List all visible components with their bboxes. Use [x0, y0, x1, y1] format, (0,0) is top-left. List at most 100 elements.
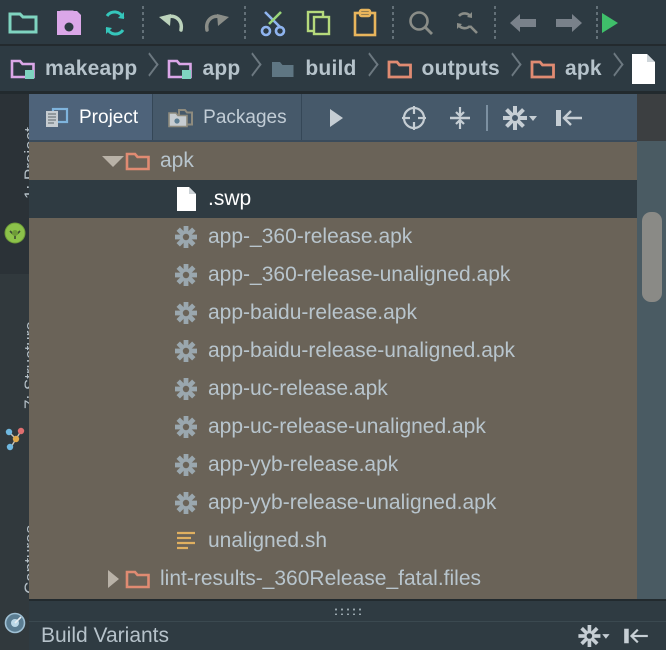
tree-row[interactable]: app-uc-release-unaligned.apk	[29, 408, 637, 446]
gear-file-icon	[173, 414, 199, 440]
replace-icon[interactable]	[444, 1, 490, 45]
breadcrumb-chevron-icon	[606, 46, 622, 92]
expand-collapse-play-icon[interactable]	[316, 94, 356, 141]
tree-expander-placeholder	[149, 332, 173, 370]
breadcrumb-label: outputs	[422, 57, 500, 81]
breadcrumb-label: app	[202, 57, 240, 81]
file-icon	[173, 186, 199, 212]
tab-packages[interactable]: Packages	[153, 94, 301, 141]
gear-file-icon	[174, 339, 198, 363]
tree-expander-placeholder	[149, 484, 173, 522]
tree-row[interactable]: .swp	[29, 180, 637, 218]
cut-icon[interactable]	[250, 1, 296, 45]
back-arrow-icon[interactable]	[500, 1, 546, 45]
tab-label: Packages	[203, 107, 286, 129]
save-all-icon[interactable]	[46, 1, 92, 45]
gear-file-icon	[173, 452, 199, 478]
open-folder-icon[interactable]	[0, 1, 46, 45]
tree-row[interactable]: apk	[29, 142, 637, 180]
collapse-all-icon[interactable]	[440, 94, 480, 141]
tree-expander-placeholder	[149, 256, 173, 294]
gear-file-icon	[173, 262, 199, 288]
tab-project[interactable]: Project	[29, 94, 153, 141]
undo-icon[interactable]	[148, 1, 194, 45]
sidebar-item-structure[interactable]: 7: Structure	[0, 274, 29, 464]
breadcrumb-item-outputs[interactable]: outputs	[377, 46, 504, 92]
tree-expander-placeholder	[149, 446, 173, 484]
tree-expander-down-icon[interactable]	[101, 142, 125, 180]
toolbar-separator	[244, 6, 246, 40]
redo-icon[interactable]	[194, 1, 240, 45]
gear-file-icon	[173, 490, 199, 516]
tree-row[interactable]: app-yyb-release.apk	[29, 446, 637, 484]
breadcrumb-item-app[interactable]: app	[157, 46, 244, 92]
breadcrumb-item-build[interactable]: build	[260, 46, 360, 92]
sync-icon[interactable]	[92, 1, 138, 45]
tree-row-label: unaligned.sh	[208, 529, 327, 553]
folder-icon	[387, 57, 413, 81]
module-folder-icon	[167, 57, 193, 81]
gear-file-icon	[174, 301, 198, 325]
gear-file-icon	[174, 453, 198, 477]
tree-row[interactable]: app-baidu-release-unaligned.apk	[29, 332, 637, 370]
tree-vertical-scrollbar[interactable]	[637, 142, 666, 650]
tree-row-label: .swp	[208, 187, 251, 211]
build-variants-actions	[572, 622, 666, 650]
tree-row[interactable]: app-uc-release.apk	[29, 370, 637, 408]
main-toolbar	[0, 0, 666, 46]
breadcrumb-chevron-icon	[141, 46, 157, 92]
toolbar-separator	[142, 6, 144, 40]
panel-splitter[interactable]	[29, 599, 666, 621]
tree-expander-placeholder	[149, 370, 173, 408]
tree-row-label: app-baidu-release.apk	[208, 301, 417, 325]
breadcrumb-item-apk[interactable]: apk	[520, 46, 606, 92]
run-icon[interactable]	[602, 1, 622, 45]
tree-row-label: app-_360-release.apk	[208, 225, 412, 249]
tree-expander-placeholder	[149, 522, 173, 560]
sidebar-item-project[interactable]: 1: Project	[0, 94, 29, 274]
settings-gear-icon[interactable]	[494, 94, 546, 141]
tree-row[interactable]: app-_360-release.apk	[29, 218, 637, 256]
hide-window-icon[interactable]	[616, 622, 656, 650]
breadcrumb-chevron-icon	[361, 46, 377, 92]
tree-row[interactable]: app-yyb-release-unaligned.apk	[29, 484, 637, 522]
build-variants-bar[interactable]: Build Variants	[29, 621, 666, 650]
gear-file-icon	[174, 377, 198, 401]
folder-icon	[125, 568, 151, 590]
folder-icon	[530, 57, 556, 81]
forward-arrow-icon[interactable]	[546, 1, 592, 45]
breadcrumb-item-makeapp[interactable]: makeapp	[0, 46, 141, 92]
tree-row[interactable]: app-baidu-release.apk	[29, 294, 637, 332]
gear-file-icon	[174, 415, 198, 439]
folder-icon	[270, 57, 296, 81]
settings-gear-icon[interactable]	[572, 622, 616, 650]
sidebar-item-captures[interactable]: Captures	[0, 464, 29, 650]
script-file-icon	[173, 528, 199, 554]
tree-vertical-scrollbar-thumb[interactable]	[642, 212, 662, 302]
tree-row[interactable]: lint-results-_360Release_fatal.files	[29, 560, 637, 598]
folder-icon	[125, 566, 151, 592]
find-icon[interactable]	[398, 1, 444, 45]
packages-view-icon	[167, 106, 193, 130]
toolbar-separator	[392, 6, 394, 40]
paste-icon[interactable]	[342, 1, 388, 45]
project-file-tree[interactable]: apk .swp app-_360-release.apk app-_360-r…	[29, 142, 637, 650]
android-studio-window: makeapp app build outputs	[0, 0, 666, 650]
splitter-grip-icon	[333, 607, 363, 615]
gear-file-icon	[174, 263, 198, 287]
tree-expander-right-icon[interactable]	[101, 560, 125, 598]
tree-row[interactable]: app-_360-release-unaligned.apk	[29, 256, 637, 294]
gear-file-icon	[173, 224, 199, 250]
tree-row-label: app-uc-release-unaligned.apk	[208, 415, 486, 439]
tree-row-label: app-yyb-release.apk	[208, 453, 398, 477]
tree-expander-placeholder	[149, 218, 173, 256]
script-file-icon	[174, 529, 198, 553]
tree-row-label: app-yyb-release-unaligned.apk	[208, 491, 496, 515]
hide-window-icon[interactable]	[546, 94, 592, 141]
breadcrumb: makeapp app build outputs	[0, 46, 666, 92]
copy-icon[interactable]	[296, 1, 342, 45]
scroll-from-source-icon[interactable]	[394, 94, 434, 141]
project-tool-window: Project Packages	[29, 94, 666, 650]
gear-file-icon	[174, 491, 198, 515]
tree-row[interactable]: unaligned.sh	[29, 522, 637, 560]
